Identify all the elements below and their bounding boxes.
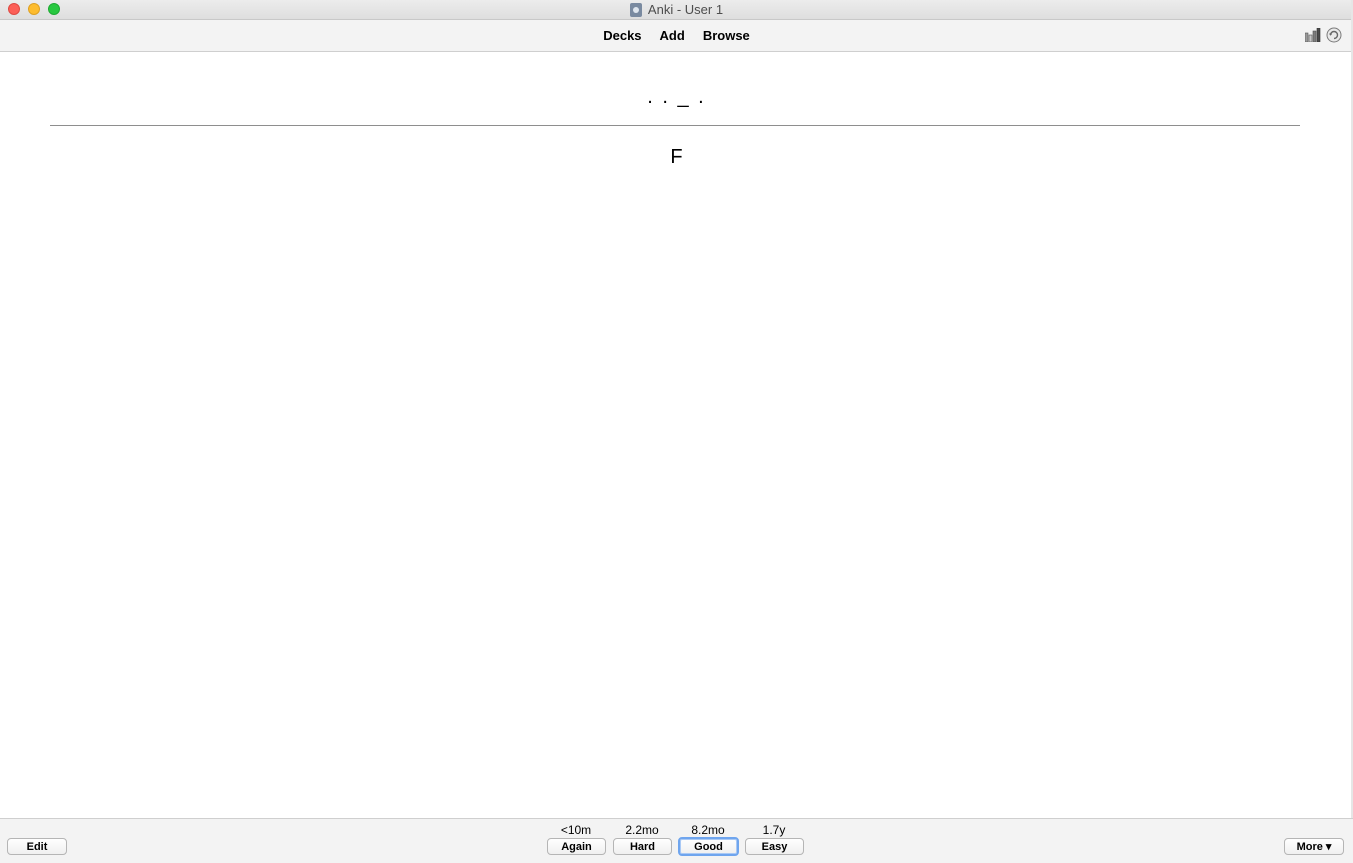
hard-button[interactable]: Hard bbox=[613, 838, 672, 855]
main-toolbar: Decks Add Browse bbox=[0, 20, 1353, 52]
again-button[interactable]: Again bbox=[547, 838, 606, 855]
answer-separator bbox=[50, 125, 1300, 126]
edit-button[interactable]: Edit bbox=[7, 838, 67, 855]
window-title: Anki - User 1 bbox=[647, 2, 724, 17]
window-title-area: Anki - User 1 bbox=[0, 0, 1353, 19]
toolbar-link-browse[interactable]: Browse bbox=[694, 28, 759, 43]
stats-icon[interactable] bbox=[1305, 28, 1321, 42]
more-button[interactable]: More ▾ bbox=[1284, 838, 1344, 855]
card-question: . . _ . bbox=[647, 86, 706, 108]
good-button[interactable]: Good bbox=[678, 837, 739, 856]
interval-easy: 1.7y bbox=[762, 823, 786, 837]
card-answer: F bbox=[670, 146, 683, 168]
toolbar-links: Decks Add Browse bbox=[0, 20, 1353, 51]
anki-window: Anki - User 1 Decks Add Browse . . _ . F… bbox=[0, 0, 1353, 863]
interval-again: <10m bbox=[560, 823, 592, 837]
toolbar-link-add[interactable]: Add bbox=[651, 28, 694, 43]
title-bar[interactable]: Anki - User 1 bbox=[0, 0, 1353, 20]
review-bottom-bar: Edit <10m 2.2mo 8.2mo 1.7y Again Hard Go… bbox=[0, 818, 1353, 863]
toolbar-link-decks[interactable]: Decks bbox=[594, 28, 650, 43]
interval-good: 8.2mo bbox=[691, 823, 725, 837]
card-view: . . _ . F bbox=[0, 52, 1353, 818]
interval-hard: 2.2mo bbox=[625, 823, 659, 837]
easy-button[interactable]: Easy bbox=[745, 838, 804, 855]
sync-icon[interactable] bbox=[1326, 27, 1342, 43]
anki-app-icon bbox=[629, 2, 642, 17]
